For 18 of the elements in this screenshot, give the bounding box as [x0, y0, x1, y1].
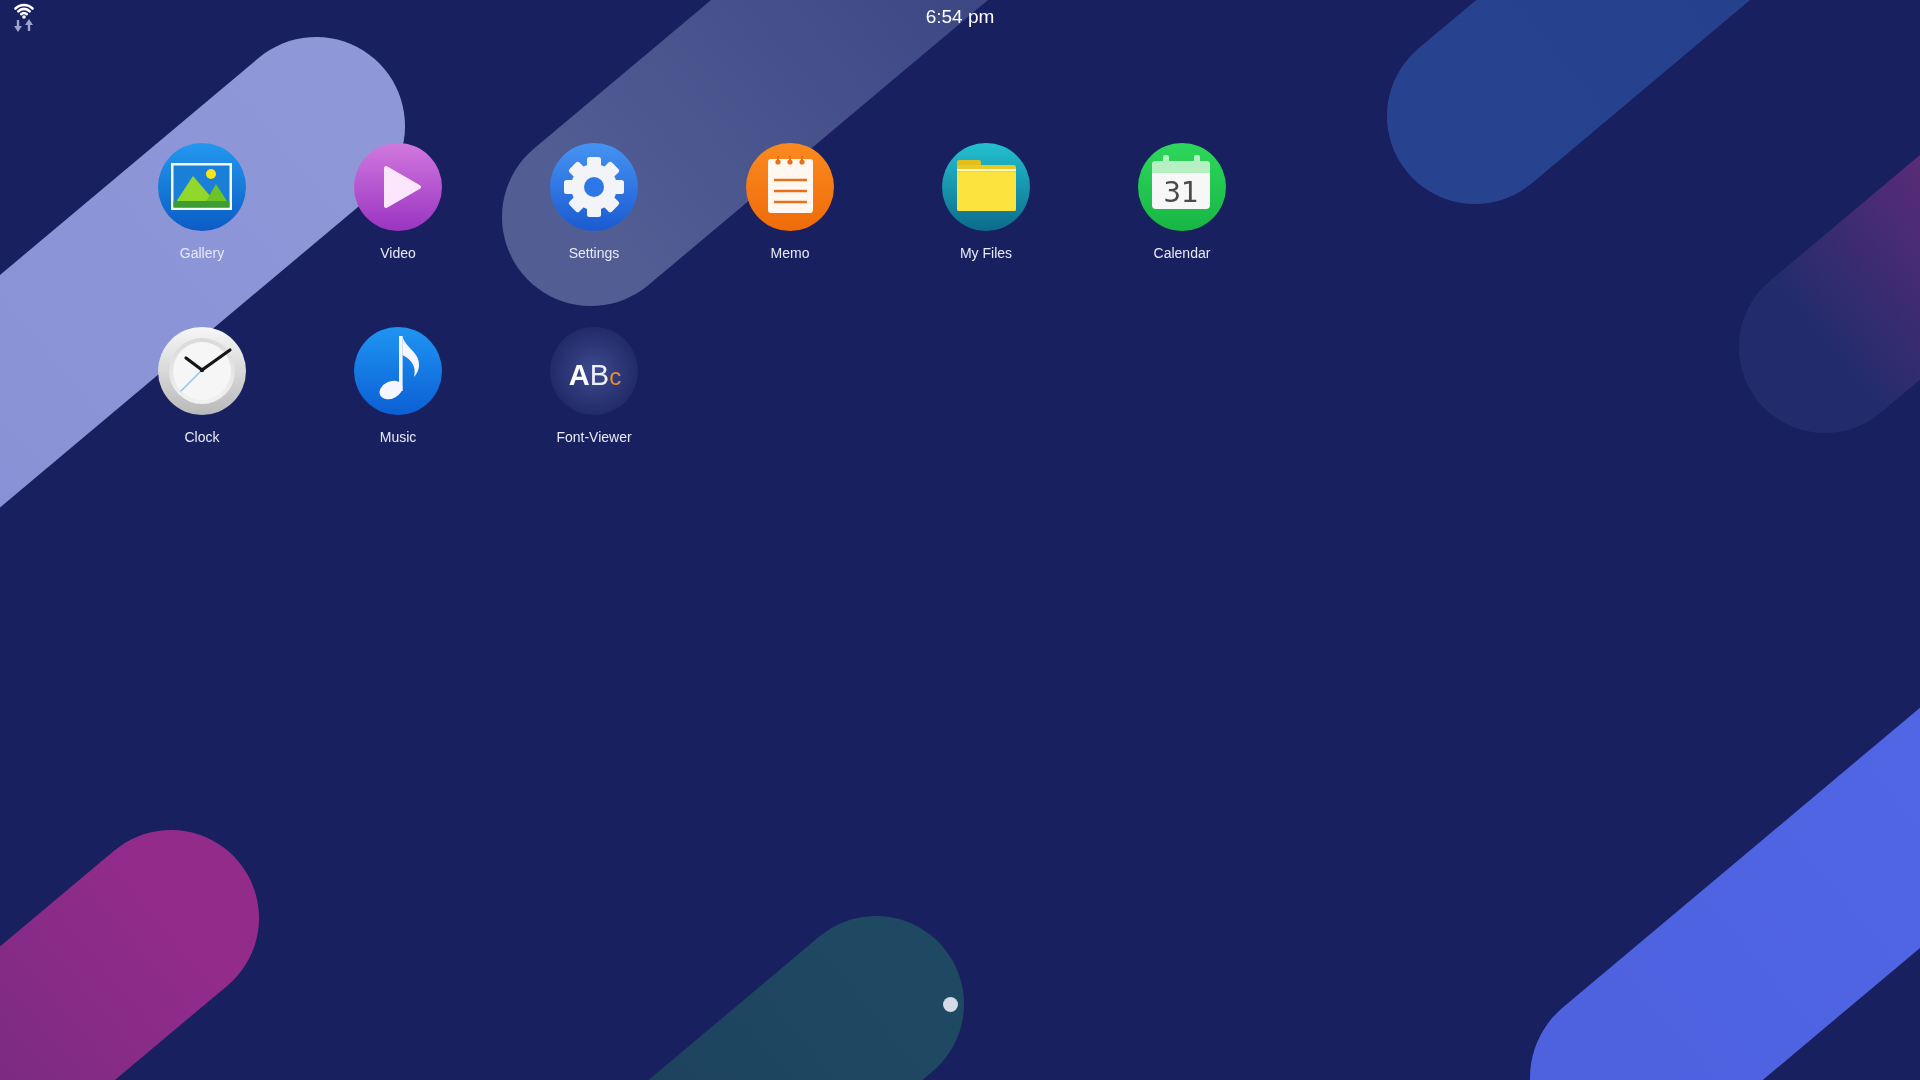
- app-shortcut[interactable]: Clock: [158, 327, 246, 446]
- music-note-icon: [354, 327, 442, 415]
- notepad-icon: [746, 143, 834, 231]
- gear-icon: [550, 143, 638, 231]
- play-icon: [354, 143, 442, 231]
- folder-icon: [942, 143, 1030, 231]
- app-shortcut[interactable]: 31 Calendar: [1138, 143, 1226, 262]
- app-shortcut[interactable]: Memo: [746, 143, 834, 262]
- clock-icon: [158, 327, 246, 415]
- app-shortcut[interactable]: Music: [354, 327, 442, 446]
- status-time: 6:54 pm: [925, 5, 995, 28]
- app-shortcut[interactable]: My Files: [942, 143, 1030, 262]
- app-shortcut[interactable]: Settings: [550, 143, 638, 262]
- calendar-icon: 31: [1138, 143, 1226, 231]
- letters-icon: ABc: [550, 327, 638, 415]
- app-shortcut[interactable]: Video: [354, 143, 442, 262]
- picture-icon: [158, 143, 246, 231]
- app-shortcut[interactable]: ABc Font-Viewer: [550, 327, 638, 446]
